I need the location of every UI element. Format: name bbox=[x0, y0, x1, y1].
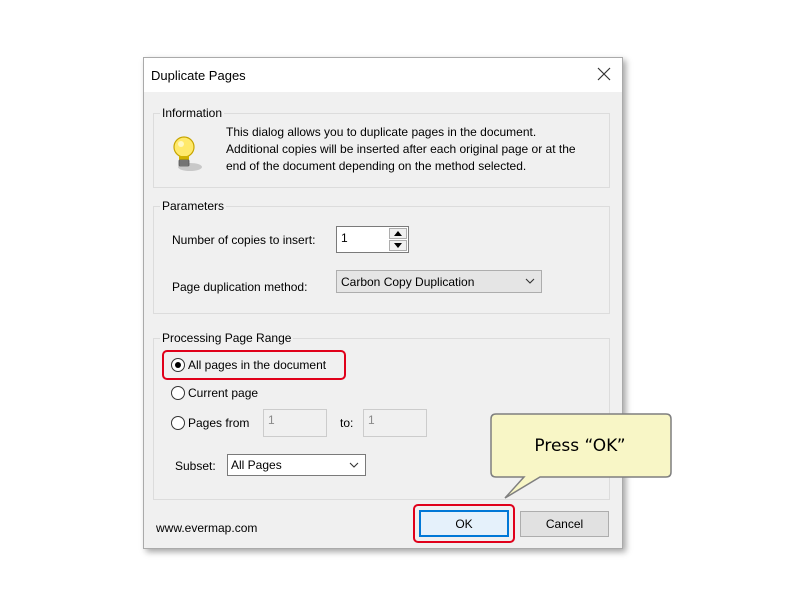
parameters-legend: Parameters bbox=[160, 199, 227, 213]
page-range-legend: Processing Page Range bbox=[160, 331, 294, 345]
information-legend: Information bbox=[160, 106, 225, 120]
from-page-value: 1 bbox=[268, 413, 275, 427]
method-select[interactable]: Carbon Copy Duplication bbox=[336, 270, 542, 293]
radio-current-page[interactable] bbox=[171, 386, 185, 400]
lightbulb-icon bbox=[173, 136, 202, 171]
callout-text: Press “OK” bbox=[534, 436, 626, 456]
method-label: Page duplication method: bbox=[172, 280, 308, 294]
subset-value: All Pages bbox=[231, 458, 282, 472]
radio-all-pages-label: All pages in the document bbox=[188, 358, 327, 372]
parameters-group: Parameters bbox=[153, 199, 610, 314]
information-text: This dialog allows you to duplicate page… bbox=[226, 124, 606, 175]
chevron-down-icon bbox=[525, 278, 535, 284]
chevron-down-icon bbox=[349, 462, 359, 468]
title-bar: Duplicate Pages bbox=[144, 58, 622, 92]
copies-label: Number of copies to insert: bbox=[172, 233, 316, 247]
method-value: Carbon Copy Duplication bbox=[341, 275, 475, 289]
subset-select[interactable]: All Pages bbox=[227, 454, 366, 476]
spin-up-button[interactable] bbox=[389, 228, 407, 239]
copies-spinbox[interactable]: 1 bbox=[336, 226, 409, 253]
from-page-field[interactable]: 1 bbox=[263, 409, 327, 437]
to-page-field[interactable]: 1 bbox=[363, 409, 427, 437]
information-line-1: This dialog allows you to duplicate page… bbox=[226, 125, 537, 139]
close-icon[interactable] bbox=[594, 64, 614, 84]
to-page-value: 1 bbox=[368, 413, 375, 427]
cancel-button[interactable]: Cancel bbox=[520, 511, 609, 537]
to-label: to: bbox=[340, 416, 354, 430]
radio-all-pages[interactable] bbox=[171, 358, 185, 372]
radio-pages-from-label: Pages from bbox=[188, 416, 250, 430]
arrow-down-icon bbox=[394, 243, 402, 248]
radio-current-page-label: Current page bbox=[188, 386, 259, 400]
subset-label: Subset: bbox=[175, 459, 216, 473]
radio-pages-from[interactable] bbox=[171, 416, 185, 430]
information-line-2: Additional copies will be inserted after… bbox=[226, 142, 576, 156]
arrow-up-icon bbox=[394, 231, 402, 236]
information-line-3: end of the document depending on the met… bbox=[226, 159, 527, 173]
dialog-title: Duplicate Pages bbox=[151, 68, 246, 83]
evermap-link[interactable]: www.evermap.com bbox=[156, 521, 257, 535]
ok-button[interactable]: OK bbox=[419, 510, 509, 537]
copies-value: 1 bbox=[341, 231, 348, 245]
spin-down-button[interactable] bbox=[389, 240, 407, 251]
